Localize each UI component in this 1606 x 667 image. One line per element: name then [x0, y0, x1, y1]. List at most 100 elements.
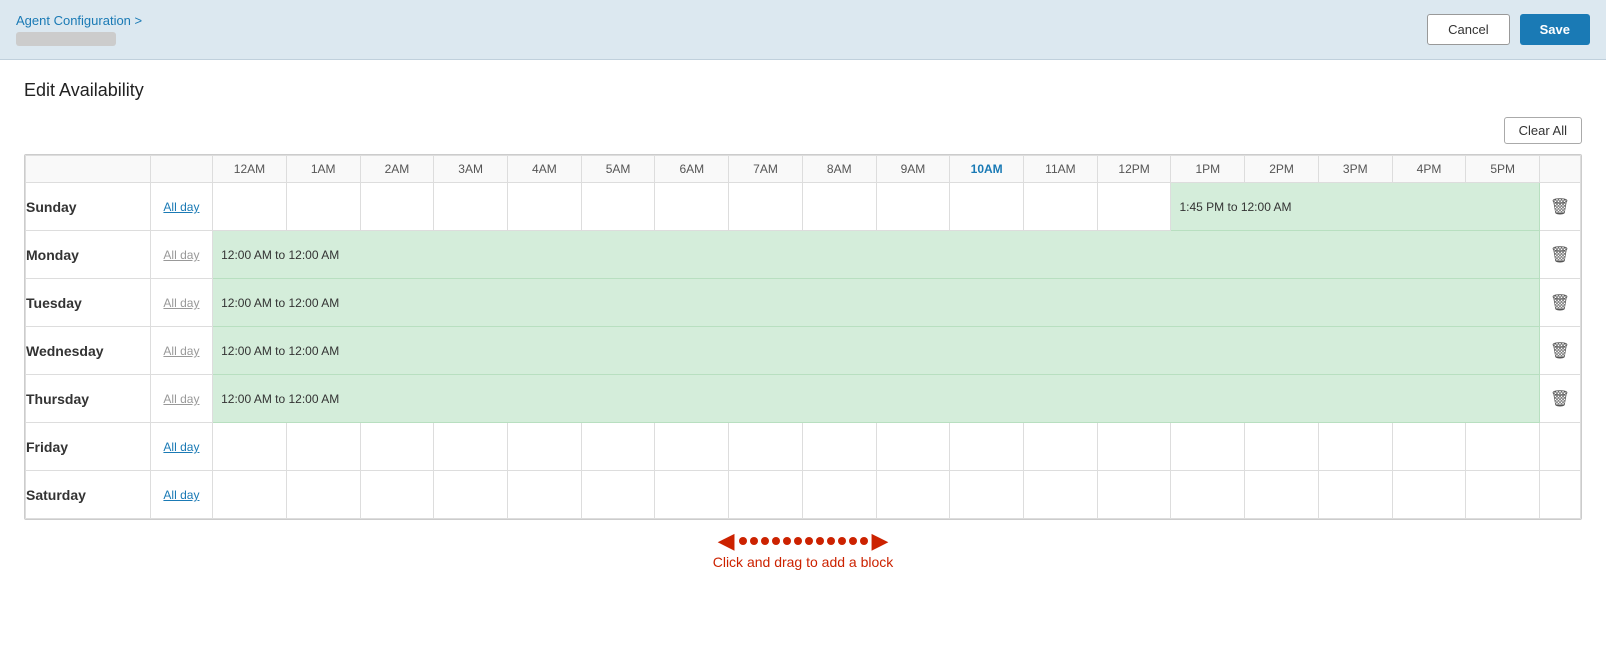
header-left: Agent Configuration >	[16, 13, 142, 46]
time-cell-friday-6[interactable]	[655, 423, 729, 471]
th-time-3PM: 3PM	[1318, 156, 1392, 183]
time-cell-friday-0[interactable]	[213, 423, 287, 471]
time-cell-saturday-11[interactable]	[1024, 471, 1098, 519]
delete-button-sunday[interactable]: 🗑	[1550, 197, 1570, 217]
time-cell-saturday-13[interactable]	[1171, 471, 1245, 519]
time-cell-empty-sunday-1[interactable]	[286, 183, 360, 231]
day-label-wednesday: Wednesday	[26, 327, 151, 375]
avail-block-wednesday[interactable]: 12:00 AM to 12:00 AM	[213, 327, 1540, 375]
th-time-4AM: 4AM	[508, 156, 582, 183]
time-cell-empty-sunday-4[interactable]	[508, 183, 582, 231]
cancel-button[interactable]: Cancel	[1427, 14, 1509, 45]
time-cell-empty-sunday-10[interactable]	[950, 183, 1024, 231]
allday-cell-sunday[interactable]: All day	[150, 183, 212, 231]
th-time-4PM: 4PM	[1392, 156, 1466, 183]
delete-button-cell-thursday: 🗑	[1540, 375, 1581, 423]
th-empty-allday	[150, 156, 212, 183]
allday-cell-thursday[interactable]: All day	[150, 375, 212, 423]
time-cell-friday-4[interactable]	[508, 423, 582, 471]
time-cell-saturday-10[interactable]	[950, 471, 1024, 519]
time-cell-friday-13[interactable]	[1171, 423, 1245, 471]
delete-button-tuesday[interactable]: 🗑	[1550, 293, 1570, 313]
time-cell-empty-sunday-5[interactable]	[581, 183, 655, 231]
allday-cell-saturday[interactable]: All day	[150, 471, 212, 519]
time-cell-friday-3[interactable]	[434, 423, 508, 471]
time-cell-empty-sunday-3[interactable]	[434, 183, 508, 231]
allday-cell-monday[interactable]: All day	[150, 231, 212, 279]
allday-link-disabled-monday[interactable]: All day	[163, 248, 199, 262]
th-time-12AM: 12AM	[213, 156, 287, 183]
time-cell-empty-sunday-7[interactable]	[729, 183, 803, 231]
allday-link-sunday[interactable]: All day	[163, 200, 199, 214]
delete-button-monday[interactable]: 🗑	[1550, 245, 1570, 265]
avail-block-sunday[interactable]: 1:45 PM to 12:00 AM	[1171, 183, 1540, 231]
drag-hint: ◀ ▶ Click and drag to add a block	[24, 520, 1582, 578]
allday-link-friday[interactable]: All day	[163, 440, 199, 454]
breadcrumb[interactable]: Agent Configuration >	[16, 13, 142, 28]
avail-block-thursday[interactable]: 12:00 AM to 12:00 AM	[213, 375, 1540, 423]
day-label-friday: Friday	[26, 423, 151, 471]
th-time-11AM: 11AM	[1024, 156, 1098, 183]
time-cell-friday-15[interactable]	[1318, 423, 1392, 471]
time-cell-friday-9[interactable]	[876, 423, 950, 471]
allday-cell-tuesday[interactable]: All day	[150, 279, 212, 327]
time-cell-empty-sunday-11[interactable]	[1024, 183, 1098, 231]
header-subtitle	[16, 32, 116, 46]
time-cell-empty-sunday-2[interactable]	[360, 183, 434, 231]
time-cell-friday-8[interactable]	[802, 423, 876, 471]
allday-link-disabled-tuesday[interactable]: All day	[163, 296, 199, 310]
time-cell-empty-sunday-9[interactable]	[876, 183, 950, 231]
time-cell-friday-16[interactable]	[1392, 423, 1466, 471]
time-cell-friday-12[interactable]	[1097, 423, 1171, 471]
allday-link-disabled-wednesday[interactable]: All day	[163, 344, 199, 358]
th-time-12PM: 12PM	[1097, 156, 1171, 183]
avail-block-tuesday[interactable]: 12:00 AM to 12:00 AM	[213, 279, 1540, 327]
avail-block-monday[interactable]: 12:00 AM to 12:00 AM	[213, 231, 1540, 279]
time-cell-saturday-16[interactable]	[1392, 471, 1466, 519]
allday-cell-friday[interactable]: All day	[150, 423, 212, 471]
time-cell-friday-10[interactable]	[950, 423, 1024, 471]
time-cell-saturday-12[interactable]	[1097, 471, 1171, 519]
time-cell-friday-17[interactable]	[1466, 423, 1540, 471]
delete-button-thursday[interactable]: 🗑	[1550, 389, 1570, 409]
allday-cell-wednesday[interactable]: All day	[150, 327, 212, 375]
day-row-saturday: SaturdayAll day	[26, 471, 1581, 519]
time-cell-empty-sunday-12[interactable]	[1097, 183, 1171, 231]
time-cell-empty-sunday-8[interactable]	[802, 183, 876, 231]
time-cell-saturday-7[interactable]	[729, 471, 803, 519]
allday-link-disabled-thursday[interactable]: All day	[163, 392, 199, 406]
time-cell-friday-14[interactable]	[1245, 423, 1319, 471]
time-cell-saturday-4[interactable]	[508, 471, 582, 519]
day-row-sunday: SundayAll day1:45 PM to 12:00 AM🗑	[26, 183, 1581, 231]
time-cell-saturday-8[interactable]	[802, 471, 876, 519]
time-cell-saturday-0[interactable]	[213, 471, 287, 519]
clear-all-button[interactable]: Clear All	[1504, 117, 1582, 144]
th-time-5PM: 5PM	[1466, 156, 1540, 183]
save-button[interactable]: Save	[1520, 14, 1590, 45]
delete-button-wednesday[interactable]: 🗑	[1550, 341, 1570, 361]
time-cell-empty-sunday-0[interactable]	[213, 183, 287, 231]
time-cell-friday-7[interactable]	[729, 423, 803, 471]
time-cell-saturday-5[interactable]	[581, 471, 655, 519]
time-cell-saturday-1[interactable]	[286, 471, 360, 519]
time-cell-saturday-14[interactable]	[1245, 471, 1319, 519]
th-time-5AM: 5AM	[581, 156, 655, 183]
time-cell-friday-2[interactable]	[360, 423, 434, 471]
time-cell-saturday-2[interactable]	[360, 471, 434, 519]
day-label-monday: Monday	[26, 231, 151, 279]
calendar-table: 12AM1AM2AM3AM4AM5AM6AM7AM8AM9AM10AM11AM1…	[25, 155, 1581, 519]
time-cell-empty-sunday-6[interactable]	[655, 183, 729, 231]
page-title: Edit Availability	[24, 80, 1582, 101]
th-time-8AM: 8AM	[802, 156, 876, 183]
time-cell-friday-5[interactable]	[581, 423, 655, 471]
time-cell-saturday-9[interactable]	[876, 471, 950, 519]
time-cell-saturday-15[interactable]	[1318, 471, 1392, 519]
main-content: Edit Availability Clear All 12AM1AM2AM3A…	[0, 60, 1606, 667]
time-cell-saturday-6[interactable]	[655, 471, 729, 519]
time-cell-friday-1[interactable]	[286, 423, 360, 471]
allday-link-saturday[interactable]: All day	[163, 488, 199, 502]
th-time-6AM: 6AM	[655, 156, 729, 183]
time-cell-saturday-3[interactable]	[434, 471, 508, 519]
time-cell-saturday-17[interactable]	[1466, 471, 1540, 519]
time-cell-friday-11[interactable]	[1024, 423, 1098, 471]
